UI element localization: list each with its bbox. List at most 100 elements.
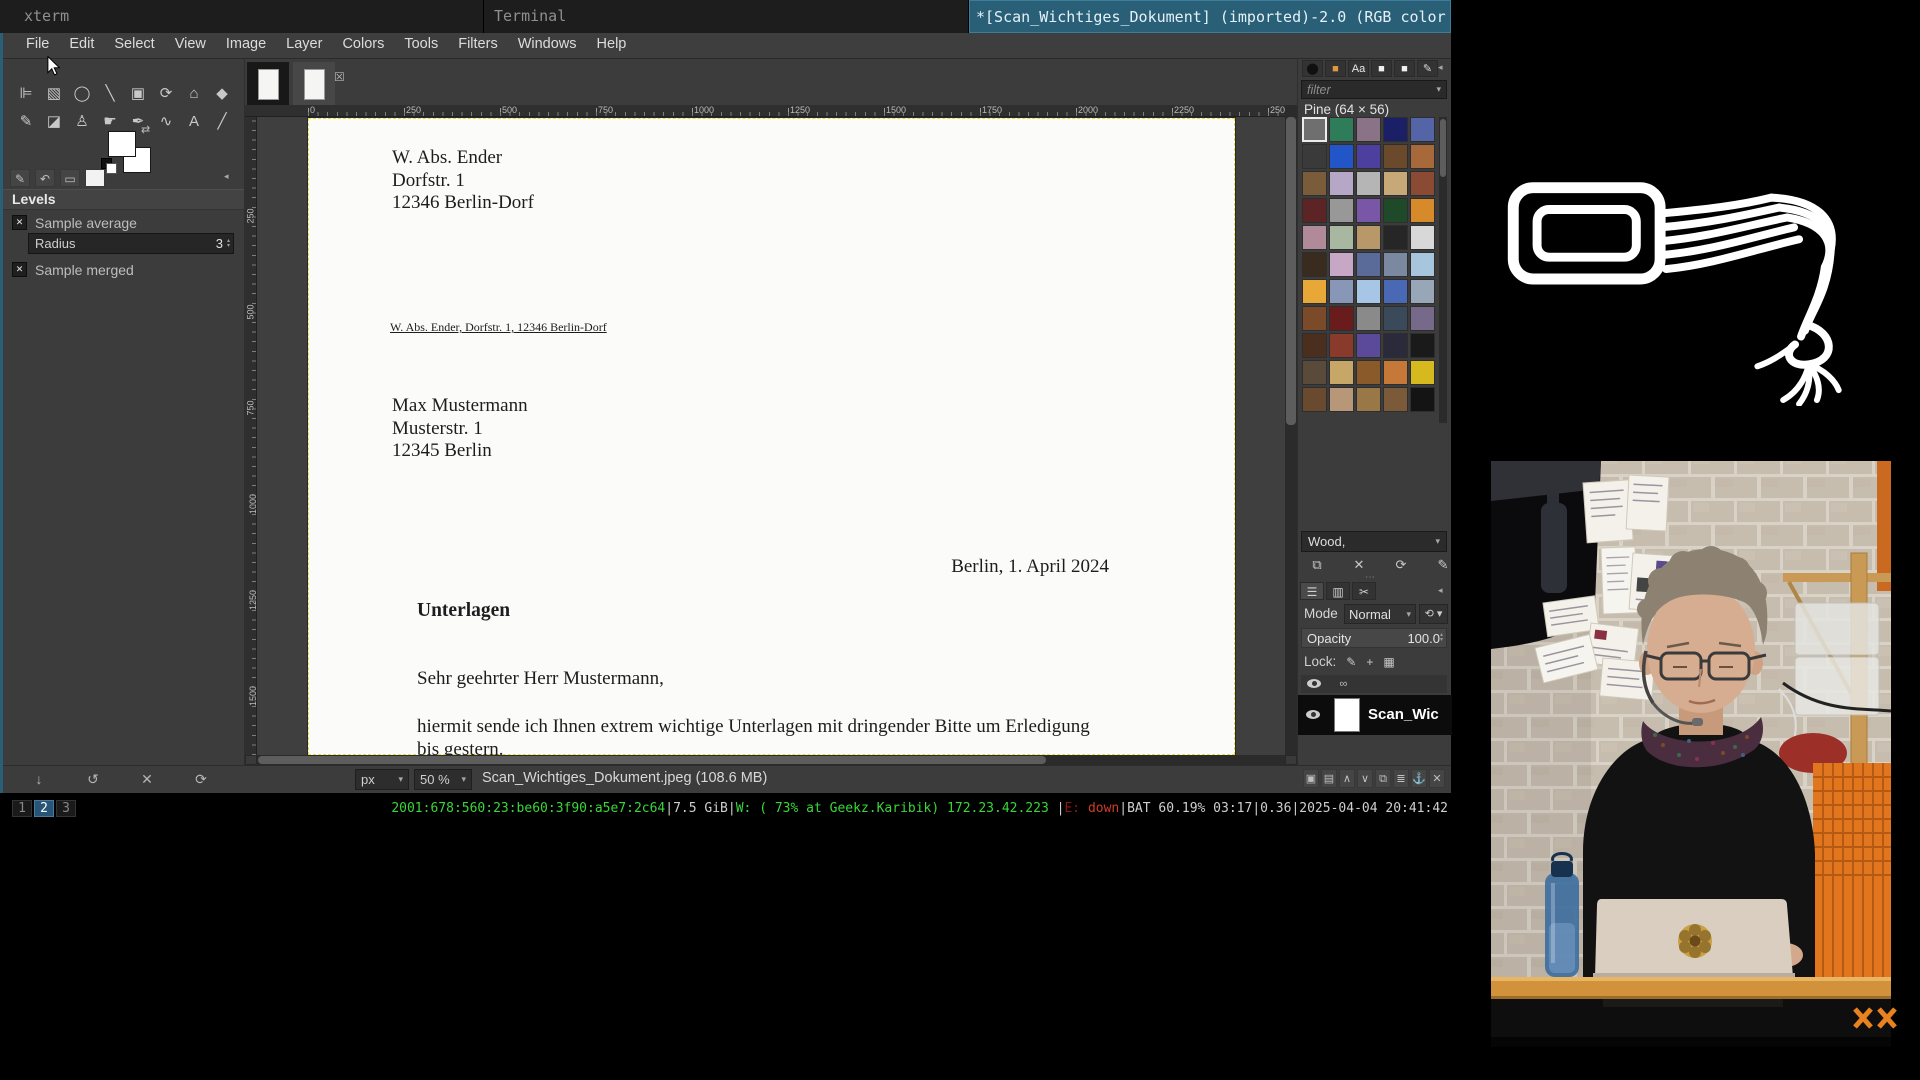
collapse-dock-icon[interactable]: ◂ [1438, 585, 1443, 596]
pattern-swatch-5[interactable] [1302, 144, 1327, 169]
link-chain-icon[interactable]: ∞ [1339, 678, 1347, 690]
pattern-swatch-23[interactable] [1383, 225, 1408, 250]
pattern-swatch-37[interactable] [1356, 306, 1381, 331]
radius-spinner[interactable]: ▴▾ [227, 239, 233, 249]
pattern-swatch-4[interactable] [1410, 117, 1435, 142]
swatch-button[interactable] [85, 169, 105, 187]
pattern-swatch-8[interactable] [1383, 144, 1408, 169]
brushes-tab[interactable]: ⬤ [1302, 60, 1323, 77]
pattern-swatch-22[interactable] [1356, 225, 1381, 250]
pattern-swatch-12[interactable] [1356, 171, 1381, 196]
workspace-button-3[interactable]: 3 [56, 800, 76, 817]
pattern-swatch-28[interactable] [1383, 252, 1408, 277]
unit-dropdown[interactable]: px▾ [355, 769, 409, 790]
paintbrush-tool[interactable]: ✎ [16, 111, 36, 133]
pattern-swatch-50[interactable] [1302, 387, 1327, 412]
document-page[interactable]: W. Abs. Ender Dorfstr. 1 12346 Berlin-Do… [308, 118, 1235, 755]
fuzzy-select-tool[interactable]: ╲ [100, 83, 120, 105]
menu-image[interactable]: Image [216, 33, 276, 55]
raise-layer-button[interactable]: ∧ [1339, 769, 1355, 788]
pattern-swatch-48[interactable] [1383, 360, 1408, 385]
pattern-swatch-30[interactable] [1302, 279, 1327, 304]
menu-view[interactable]: View [165, 33, 216, 55]
rectangle-select-tool[interactable]: ▧ [44, 83, 64, 105]
new-layer-button[interactable]: ▣ [1303, 769, 1319, 788]
pattern-swatch-42[interactable] [1356, 333, 1381, 358]
airbrush-tool[interactable]: ∿ [156, 111, 176, 133]
lower-layer-button[interactable]: ∨ [1357, 769, 1373, 788]
new-group-button[interactable]: ▤ [1321, 769, 1337, 788]
pattern-swatch-10[interactable] [1302, 171, 1327, 196]
paths-tab[interactable]: ✂ [1352, 582, 1376, 600]
pattern-swatch-52[interactable] [1356, 387, 1381, 412]
pattern-swatch-17[interactable] [1356, 198, 1381, 223]
opacity-slider[interactable]: Opacity 100.0 ▴▾ [1301, 628, 1447, 648]
pattern-swatch-16[interactable] [1329, 198, 1354, 223]
swap-colors-icon[interactable]: ⇄ [141, 123, 150, 136]
pattern-swatch-25[interactable] [1302, 252, 1327, 277]
pattern-swatch-2[interactable] [1356, 117, 1381, 142]
window-tab-xterm[interactable]: xterm [0, 0, 484, 33]
pattern-swatch-51[interactable] [1329, 387, 1354, 412]
pattern-scrollbar-thumb[interactable] [1440, 119, 1446, 177]
quick-mask-button[interactable] [245, 755, 257, 765]
pattern-swatch-31[interactable] [1329, 279, 1354, 304]
pattern-swatch-53[interactable] [1383, 387, 1408, 412]
free-select-tool[interactable]: ◯ [72, 83, 92, 105]
pattern-swatch-15[interactable] [1302, 198, 1327, 223]
close-tab-icon[interactable]: ☒ [334, 70, 345, 84]
foreground-color-swatch[interactable] [108, 131, 136, 157]
image-tab-1[interactable] [247, 62, 289, 106]
reset-button[interactable]: ⟳ [190, 769, 212, 789]
tool-options-button[interactable]: ✎ [10, 169, 30, 187]
pattern-select-dropdown[interactable]: Wood, ▾ [1301, 531, 1447, 552]
layer-visibility-eye-icon[interactable] [1306, 710, 1320, 719]
vertical-scrollbar-thumb[interactable] [1286, 117, 1296, 425]
pattern-swatch-27[interactable] [1356, 252, 1381, 277]
pattern-swatch-49[interactable] [1410, 360, 1435, 385]
patterns-tab[interactable]: ■ [1325, 60, 1346, 77]
gradients-tab[interactable]: ✎ [1417, 60, 1438, 77]
layer-row-selected[interactable]: Scan_Wic [1298, 695, 1452, 735]
undo-history-button[interactable]: ↶ [35, 169, 55, 187]
edit-pattern-button[interactable]: ✎ [1434, 557, 1452, 573]
pattern-swatch-3[interactable] [1383, 117, 1408, 142]
pattern-swatch-54[interactable] [1410, 387, 1435, 412]
pattern-swatch-20[interactable] [1302, 225, 1327, 250]
pattern-swatch-46[interactable] [1329, 360, 1354, 385]
document-history-tab[interactable]: ■ [1371, 60, 1392, 77]
default-colors-icon-bg[interactable] [106, 163, 117, 174]
pattern-swatch-45[interactable] [1302, 360, 1327, 385]
pattern-swatch-9[interactable] [1410, 144, 1435, 169]
zoom-dropdown[interactable]: 50 %▾ [414, 769, 472, 790]
pattern-swatch-38[interactable] [1383, 306, 1408, 331]
pattern-swatch-33[interactable] [1383, 279, 1408, 304]
text-tool[interactable]: A [184, 111, 204, 133]
alignment-tool[interactable]: ⊫ [16, 83, 36, 105]
sample-average-checkbox[interactable]: ✕ [12, 215, 27, 230]
horizontal-scrollbar-thumb[interactable] [258, 756, 1046, 764]
pattern-swatch-19[interactable] [1410, 198, 1435, 223]
refresh-patterns-button[interactable]: ⟳ [1392, 557, 1410, 573]
pattern-swatch-35[interactable] [1302, 306, 1327, 331]
layers-tab[interactable]: ☰ [1300, 582, 1324, 600]
clone-tool[interactable]: ♙ [72, 111, 92, 133]
image-tab-2[interactable] [293, 62, 335, 106]
canvas-viewport[interactable]: W. Abs. Ender Dorfstr. 1 12346 Berlin-Do… [257, 117, 1285, 755]
pattern-swatch-21[interactable] [1329, 225, 1354, 250]
pattern-swatch-41[interactable] [1329, 333, 1354, 358]
channels-tab[interactable]: ▥ [1326, 582, 1350, 600]
pattern-swatch-32[interactable] [1356, 279, 1381, 304]
menu-colors[interactable]: Colors [332, 33, 394, 55]
pattern-swatch-6[interactable] [1329, 144, 1354, 169]
lock-pixels-icon[interactable]: ✎ [1346, 655, 1356, 669]
duplicate-pattern-button[interactable]: ⧉ [1308, 557, 1326, 573]
pattern-swatch-18[interactable] [1383, 198, 1408, 223]
workspace-button-2[interactable]: 2 [34, 800, 54, 817]
collapse-dock-icon[interactable]: ◂ [1438, 62, 1443, 73]
duplicate-layer-button[interactable]: ⧉ [1375, 769, 1391, 788]
pattern-swatch-36[interactable] [1329, 306, 1354, 331]
menu-windows[interactable]: Windows [508, 33, 587, 55]
pattern-swatch-39[interactable] [1410, 306, 1435, 331]
pattern-swatch-11[interactable] [1329, 171, 1354, 196]
